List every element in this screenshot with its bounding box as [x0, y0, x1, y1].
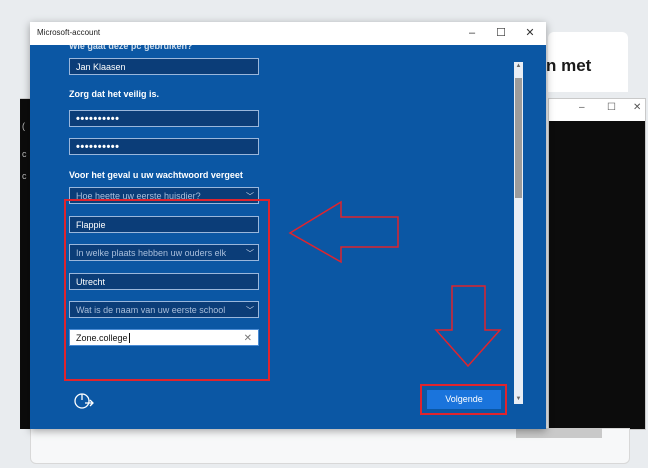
left-arrow-annotation	[288, 200, 399, 264]
annotation-arrows	[288, 200, 502, 368]
down-arrow-annotation	[434, 285, 502, 368]
